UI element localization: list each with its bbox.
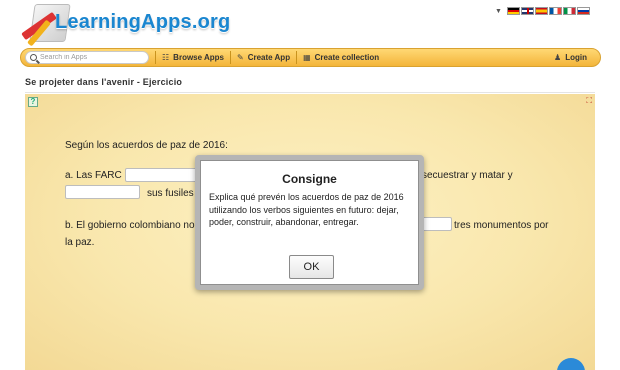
flag-de-icon[interactable] xyxy=(506,7,520,15)
grid-icon: ☷ xyxy=(162,53,170,62)
flag-en-icon[interactable] xyxy=(520,7,534,15)
answer-blank-a1[interactable] xyxy=(125,168,200,182)
login-button[interactable]: ♟ Login xyxy=(554,53,587,62)
exercise-line-b-prefix: b. El gobierno colombiano no xyxy=(65,220,195,231)
flag-it-icon[interactable] xyxy=(562,7,576,15)
browse-apps-label: Browse Apps xyxy=(173,53,224,62)
answer-blank-b1[interactable] xyxy=(420,217,452,231)
language-selector[interactable]: ▼ xyxy=(495,7,590,15)
browse-apps-button[interactable]: ☷ Browse Apps xyxy=(162,53,224,62)
fullscreen-icon[interactable]: ⛶ xyxy=(586,97,592,105)
create-collection-button[interactable]: ▦ Create collection xyxy=(303,53,379,62)
instruction-dialog: Consigne Explica qué prevén los acuerdos… xyxy=(195,155,424,290)
exercise-line-b2: la paz. xyxy=(65,237,95,248)
search-input[interactable] xyxy=(40,54,140,61)
collection-icon: ▦ xyxy=(303,53,311,62)
flag-es-icon[interactable] xyxy=(534,7,548,15)
dialog-body: Explica qué prevén los acuerdos de paz d… xyxy=(209,192,404,227)
create-app-label: Create App xyxy=(247,53,291,62)
next-button[interactable] xyxy=(557,358,585,370)
dialog-title: Consigne xyxy=(282,172,337,186)
exercise-line-b-suffix: tres monumentos por xyxy=(454,220,549,231)
exercise-line-a-suffix: secuestrar y matar y xyxy=(422,170,513,181)
logo-text[interactable]: LearningApps.org xyxy=(55,11,230,34)
triangle-down-icon[interactable]: ▼ xyxy=(495,8,502,15)
toolbar-divider xyxy=(155,51,156,64)
user-icon: ♟ xyxy=(554,53,562,62)
create-collection-label: Create collection xyxy=(314,53,380,62)
main-toolbar: ☷ Browse Apps ✎ Create App ▦ Create coll… xyxy=(20,48,601,67)
search-box[interactable] xyxy=(25,51,149,64)
flag-ru-icon[interactable] xyxy=(576,7,590,15)
login-label: Login xyxy=(565,53,587,62)
search-icon xyxy=(30,54,37,61)
answer-blank-a2[interactable] xyxy=(65,185,140,199)
dialog-frame: Consigne Explica qué prevén los acuerdos… xyxy=(200,160,419,285)
exercise-line-a2-suffix: sus fusiles xyxy=(147,188,194,199)
create-app-button[interactable]: ✎ Create App xyxy=(237,53,290,62)
flag-fr-icon[interactable] xyxy=(548,7,562,15)
toolbar-divider xyxy=(230,51,231,64)
exercise-line-a-prefix: a. Las FARC xyxy=(65,170,122,181)
toolbar-divider xyxy=(296,51,298,64)
exercise-intro: Según los acuerdos de paz de 2016: xyxy=(65,140,228,151)
help-icon[interactable]: ? xyxy=(28,97,38,107)
ok-button[interactable]: OK xyxy=(289,255,334,279)
divider xyxy=(25,92,595,93)
pencil-icon: ✎ xyxy=(237,53,244,62)
page-title: Se projeter dans l'avenir - Ejercicio xyxy=(25,77,183,87)
